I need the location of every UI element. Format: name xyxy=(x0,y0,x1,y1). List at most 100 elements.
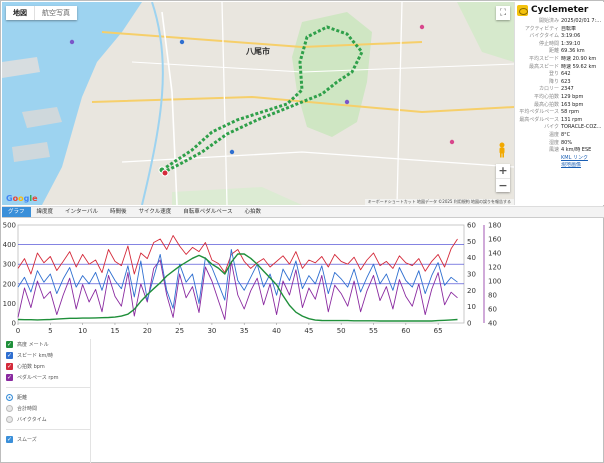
y-right2-tick-label: 160 xyxy=(488,236,501,244)
y-right2-tick-label: 60 xyxy=(488,306,497,314)
x-tick-label: 30 xyxy=(207,327,216,335)
series-toggle[interactable]: ✓ ペダルペース rpm xyxy=(6,372,90,383)
window-frame: 八尾市 地図 航空写真 ⛶ + − Google キーボードショートカット 地図… xyxy=(0,0,604,463)
y-right2-tick-label: 140 xyxy=(488,250,501,258)
stat-value: 58 rpm xyxy=(561,109,580,116)
stat-value: 時速 20.90 km xyxy=(561,55,597,62)
stat-label: 最高ペダルペース xyxy=(519,116,559,123)
tab-item[interactable]: 時間後 xyxy=(104,207,133,217)
map-type-roadmap[interactable]: 地図 xyxy=(6,6,34,20)
x-tick-label: 50 xyxy=(337,327,346,335)
stat-value: 131 rpm xyxy=(561,116,583,123)
y-left-tick-label: 200 xyxy=(3,280,16,288)
stat-value: 2025/02/01 7:... xyxy=(561,18,602,24)
series-label: スピード km/時 xyxy=(17,353,54,359)
stat-row: 降り 623 xyxy=(515,79,604,87)
y-right1-tick-label: 30 xyxy=(467,271,476,279)
stat-value: 80% xyxy=(561,139,573,146)
stat-link[interactable]: KML リンク xyxy=(561,155,588,163)
xaxis-option[interactable]: 合計時間 xyxy=(6,403,90,414)
stat-link[interactable]: 現地画像 xyxy=(561,162,581,170)
tab-item[interactable]: グラフ xyxy=(2,207,31,217)
stat-label: 開始済み xyxy=(538,18,559,24)
app-title: Cyclemeter xyxy=(531,5,589,15)
xaxis-radio[interactable] xyxy=(6,405,13,412)
series-toggle[interactable]: ✓ 高度 メートル xyxy=(6,339,90,350)
smooth-toggle[interactable]: ✓ スムーズ xyxy=(6,434,90,445)
y-right1-tick-label: 20 xyxy=(467,287,476,295)
stat-row: アクティビティ 自転車 xyxy=(515,26,604,34)
series-label: ペダルペース rpm xyxy=(17,375,59,381)
stat-label: バイクタイム xyxy=(529,33,559,40)
series-checkbox[interactable]: ✓ xyxy=(6,363,13,370)
tab-item[interactable]: サイクル速度 xyxy=(133,207,178,217)
series-checkbox[interactable]: ✓ xyxy=(6,374,13,381)
x-tick-label: 15 xyxy=(110,327,119,335)
stat-row: 風速 4 km/時 ESE xyxy=(515,147,604,155)
stat-value: 129 bpm xyxy=(561,93,584,100)
series-label: 心拍数 bpm xyxy=(17,364,45,370)
y-left-tick-label: 300 xyxy=(3,261,16,269)
y-right1-tick-label: 0 xyxy=(467,320,471,328)
stat-label: 風速 xyxy=(548,147,559,154)
y-right2-tick-label: 80 xyxy=(488,292,497,300)
xaxis-radio[interactable] xyxy=(6,394,13,401)
xaxis-option[interactable]: 距離 xyxy=(6,392,90,403)
map-tiles xyxy=(2,2,514,205)
tab-item[interactable]: 心拍数 xyxy=(238,207,267,217)
street-view-pegman-icon[interactable] xyxy=(497,142,507,158)
stat-row: 湿度 80% xyxy=(515,140,604,148)
tab-item[interactable]: 自転車ペダルペース xyxy=(177,207,238,217)
tab-item[interactable]: 緯度度 xyxy=(31,207,60,217)
y-right2-tick-label: 100 xyxy=(488,278,501,286)
x-tick-label: 45 xyxy=(304,327,313,335)
stat-row: 最高心拍数 163 bpm xyxy=(515,102,604,110)
smooth-checkbox[interactable]: ✓ xyxy=(6,436,13,443)
tab-item[interactable]: インターバル xyxy=(59,207,104,217)
stat-value: 1:39:10 xyxy=(561,40,581,47)
x-tick-label: 65 xyxy=(434,327,443,335)
xaxis-option-label: 距離 xyxy=(17,395,28,401)
cyclemeter-app-icon xyxy=(517,4,528,16)
x-tick-label: 40 xyxy=(272,327,281,335)
stat-row: 距離 69.36 km xyxy=(515,48,604,56)
fullscreen-icon[interactable]: ⛶ xyxy=(496,6,510,20)
ride-info-panel: Cyclemeter 開始済み 2025/02/01 7:... アクティビティ 自転… xyxy=(514,2,604,205)
stat-label: 最高心拍数 xyxy=(533,101,559,108)
xaxis-radio[interactable] xyxy=(6,416,13,423)
stat-row: 最高スピード 時速 59.62 km xyxy=(515,64,604,72)
stat-value: 163 bpm xyxy=(561,101,584,108)
stat-value: 2347 xyxy=(561,86,574,93)
stat-label: カロリー xyxy=(538,86,559,93)
xaxis-option-label: 合計時間 xyxy=(17,406,38,412)
stat-row: 平均スピード 時速 20.90 km xyxy=(515,56,604,64)
x-tick-label: 20 xyxy=(143,327,152,335)
zoom-out-button[interactable]: − xyxy=(496,178,510,192)
stat-value: 4 km/時 ESE xyxy=(561,147,592,154)
stat-row: KML リンク xyxy=(515,155,604,163)
zoom-in-button[interactable]: + xyxy=(496,164,510,178)
route-map[interactable]: 八尾市 地図 航空写真 ⛶ + − Google キーボードショートカット 地図… xyxy=(2,2,514,205)
y-right1-tick-label: 60 xyxy=(467,222,476,230)
series-checkbox[interactable]: ✓ xyxy=(6,352,13,359)
app-header: Cyclemeter xyxy=(517,4,588,16)
xaxis-option[interactable]: バイクタイム xyxy=(6,414,90,425)
chart-controls: ✓ 高度 メートル ✓ スピード km/時 ✓ 心拍数 bpm ✓ ペダルペース rpm 距離合… xyxy=(6,339,90,445)
map-attribution[interactable]: キーボードショートカット 地図データ ©2025 利用規約 地図の誤りを報告する xyxy=(364,199,514,205)
map-type-control[interactable]: 地図 航空写真 xyxy=(6,6,77,20)
series-toggle[interactable]: ✓ スピード km/時 xyxy=(6,350,90,361)
y-right1-tick-label: 10 xyxy=(467,303,476,311)
stat-value: 時速 59.62 km xyxy=(561,63,597,70)
stat-row: バイクタイム 3:19:06 xyxy=(515,33,604,41)
map-type-satellite[interactable]: 航空写真 xyxy=(34,6,77,20)
y-right1-tick-label: 40 xyxy=(467,254,476,262)
series-toggle[interactable]: ✓ 心拍数 bpm xyxy=(6,361,90,372)
x-tick-label: 10 xyxy=(78,327,87,335)
city-label: 八尾市 xyxy=(246,47,270,56)
series-label: 高度 メートル xyxy=(17,342,49,348)
smooth-label: スムーズ xyxy=(17,437,37,443)
divider xyxy=(6,429,90,430)
ride-stats: 開始済み 2025/02/01 7:... アクティビティ 自転車 バイクタイム 3:19… xyxy=(515,18,604,170)
series-checkbox[interactable]: ✓ xyxy=(6,341,13,348)
stat-value: 自転車 xyxy=(561,25,577,32)
